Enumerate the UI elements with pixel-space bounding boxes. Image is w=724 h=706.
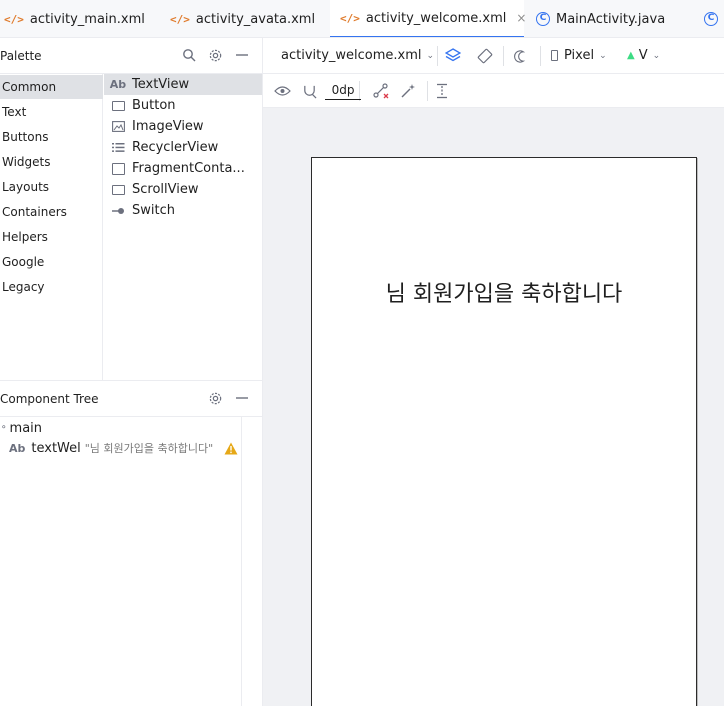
guidelines-icon[interactable] (433, 82, 451, 100)
category-common[interactable]: Common (0, 75, 103, 99)
night-mode-icon[interactable] (511, 47, 529, 65)
widget-label: ImageView (132, 119, 204, 134)
tab-overflow[interactable]: C (704, 0, 724, 37)
toolbar-separator (540, 46, 541, 66)
api-level-dropdown[interactable]: ▲ V ⌄ (627, 48, 660, 63)
category-legacy[interactable]: Legacy (0, 275, 103, 299)
component-tree: ⚬ main Ab textWel "님 회원가입을 축하합니다" (0, 417, 242, 706)
chevron-down-icon: ⌄ (652, 50, 661, 61)
gear-icon[interactable] (207, 48, 223, 64)
widget-label: Button (132, 98, 176, 113)
tab-label: MainActivity.java (556, 11, 666, 27)
tab-label: activity_avata.xml (195, 11, 316, 27)
default-margin-field[interactable]: 0dp (325, 82, 361, 100)
palette-header: Palette (0, 38, 262, 74)
tree-node-main[interactable]: ⚬ main (0, 418, 42, 438)
tree-node-label: main (9, 420, 43, 436)
widget-scrollview[interactable]: ScrollView (104, 179, 262, 200)
widget-button[interactable]: Button (104, 95, 262, 116)
category-google[interactable]: Google (0, 250, 103, 274)
widget-recyclerview[interactable]: RecyclerView (104, 137, 262, 158)
widget-label: FragmentConta... (132, 161, 245, 176)
tab-label: activity_welcome.xml (365, 10, 507, 26)
widget-label: RecyclerView (132, 140, 219, 155)
widget-textview[interactable]: Ab TextView (104, 74, 262, 95)
phone-icon (551, 50, 558, 61)
category-widgets[interactable]: Widgets (0, 150, 103, 174)
android-icon: ▲ (627, 50, 635, 61)
class-file-icon: C (704, 12, 718, 26)
recyclerview-icon (104, 142, 132, 153)
category-containers[interactable]: Containers (0, 200, 103, 224)
widget-imageview[interactable]: ImageView (104, 116, 262, 137)
search-icon[interactable] (181, 48, 197, 64)
component-tree-title: Component Tree (0, 392, 99, 406)
switch-icon (104, 207, 132, 215)
tab-activity-main[interactable]: </> activity_main.xml (4, 0, 166, 37)
chevron-down-icon: ⌄ (599, 50, 607, 61)
category-layouts[interactable]: Layouts (0, 175, 103, 199)
xml-file-icon: </> (4, 12, 24, 26)
close-icon[interactable]: × (516, 11, 526, 25)
category-helpers[interactable]: Helpers (0, 225, 103, 249)
tree-node-textwel[interactable]: Ab textWel "님 회원가입을 축하합니다" (9, 438, 213, 458)
toolbar-separator (427, 81, 428, 101)
palette-title: Palette (0, 49, 42, 63)
widget-switch[interactable]: Switch (104, 200, 262, 221)
toolbar-separator (503, 46, 504, 66)
imageview-icon (104, 121, 132, 132)
button-icon (104, 100, 132, 111)
class-file-icon: C (536, 12, 550, 26)
fragmentcontainer-icon (104, 162, 132, 175)
xml-file-icon: </> (170, 12, 190, 26)
design-toolbar: activity_welcome.xml ⌄ Pixel ⌄ ▲ V ⌄ (263, 38, 724, 74)
palette-categories: Common Text Buttons Widgets Layouts Cont… (0, 74, 103, 380)
warning-icon[interactable] (224, 442, 238, 455)
device-dropdown[interactable]: Pixel ⌄ (551, 48, 607, 63)
palette-widget-list: Ab TextView Button ImageView RecyclerVie… (104, 74, 262, 380)
welcome-textview[interactable]: 님 회원가입을 축하합니다 (312, 276, 696, 308)
gear-icon[interactable] (207, 391, 223, 407)
tree-node-label: textWel (31, 440, 81, 456)
device-label: Pixel (564, 48, 595, 63)
layout-file-label: activity_welcome.xml (281, 48, 422, 63)
api-level-label: V (638, 48, 648, 63)
clear-constraints-icon[interactable] (372, 82, 390, 100)
autoconnect-icon[interactable] (300, 82, 318, 100)
minimize-icon[interactable] (234, 391, 250, 407)
widget-fragmentcontainer[interactable]: FragmentConta... (104, 158, 262, 179)
editor-tab-bar: </> activity_main.xml </> activity_avata… (0, 0, 724, 38)
tree-node-hint: "님 회원가입을 축하합니다" (84, 442, 214, 455)
device-preview[interactable]: 님 회원가입을 축하합니다 (311, 157, 697, 706)
widget-label: Switch (132, 203, 175, 218)
category-text[interactable]: Text (0, 100, 103, 124)
constraint-layout-icon: ⚬ (0, 423, 8, 433)
component-tree-header: Component Tree (0, 381, 262, 417)
design-surface-icon[interactable] (444, 47, 462, 65)
widget-label: ScrollView (132, 182, 199, 197)
category-buttons[interactable]: Buttons (0, 125, 103, 149)
chevron-down-icon: ⌄ (426, 50, 435, 61)
view-options-icon[interactable] (273, 82, 291, 100)
infer-constraints-icon[interactable] (399, 82, 417, 100)
layout-file-dropdown[interactable]: activity_welcome.xml ⌄ (281, 48, 434, 63)
tab-main-activity[interactable]: C MainActivity.java (536, 0, 696, 37)
tab-activity-welcome[interactable]: </> activity_welcome.xml × (330, 0, 526, 37)
tab-label: activity_main.xml (29, 11, 145, 27)
xml-file-icon: </> (340, 11, 360, 25)
textview-icon: Ab (9, 441, 26, 455)
toolbar-separator (437, 46, 438, 66)
tab-activity-avata[interactable]: </> activity_avata.xml (170, 0, 328, 37)
textview-icon: Ab (109, 78, 127, 91)
scrollview-icon (104, 184, 132, 195)
orientation-icon[interactable] (476, 47, 494, 65)
widget-label: TextView (132, 77, 190, 92)
minimize-icon[interactable] (234, 48, 250, 64)
